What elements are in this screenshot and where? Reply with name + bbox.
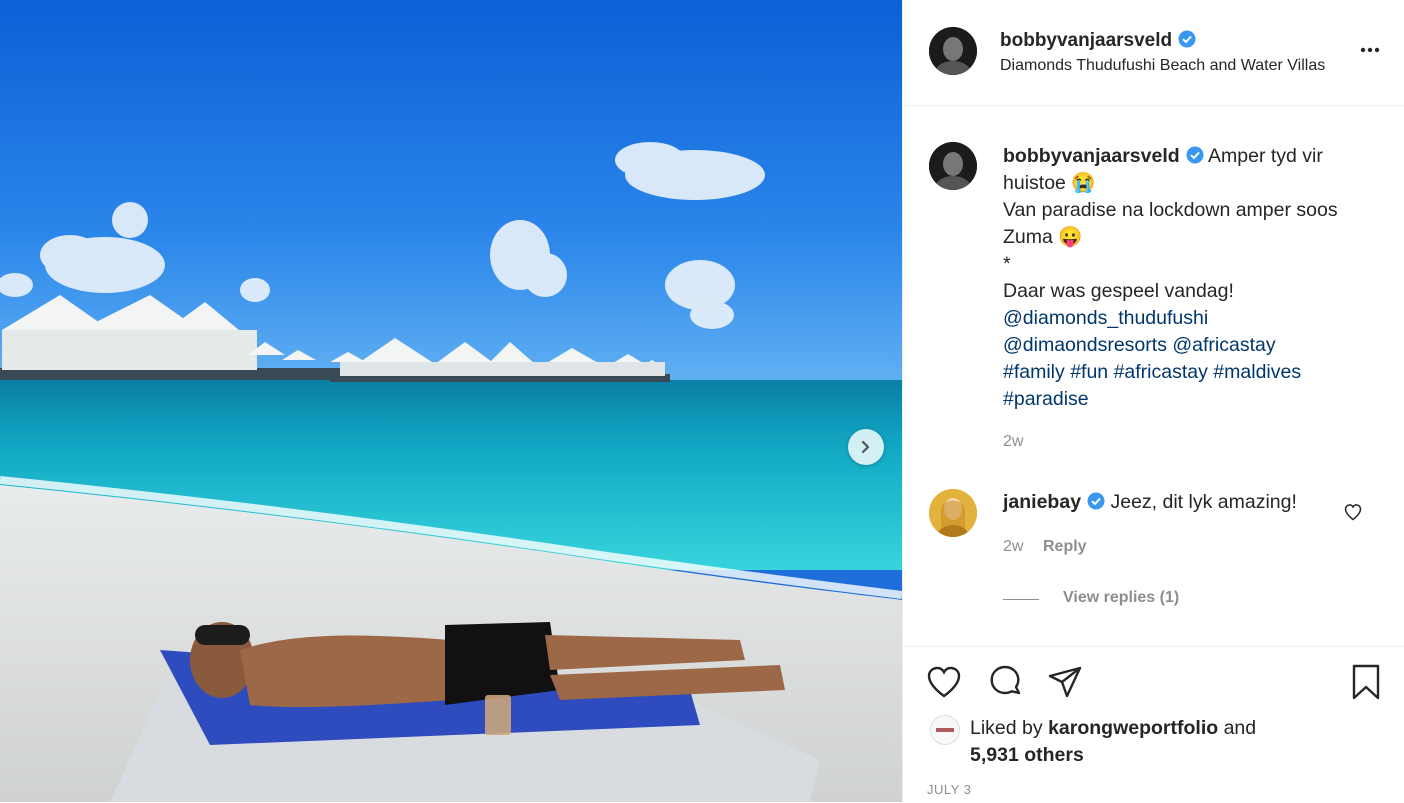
heart-icon[interactable]: [925, 663, 963, 701]
post-caption: bobbyvanjaarsveld Amper tyd vir huistoe …: [1003, 143, 1373, 413]
hashtag-link[interactable]: #family: [1003, 361, 1065, 383]
post-actions: Liked by karongweportfolio and 5,931 oth…: [903, 646, 1404, 803]
verified-badge-icon: [1186, 146, 1204, 164]
liked-by-prefix: Liked by: [970, 717, 1043, 739]
others-count[interactable]: 5,931 others: [970, 744, 1084, 766]
verified-badge-icon: [1178, 30, 1196, 48]
post-date[interactable]: JULY 3: [927, 782, 971, 797]
caption-line: Daar was gespeel vandag!: [1003, 280, 1234, 302]
paper-plane-icon[interactable]: [1046, 663, 1084, 701]
drink-glass: [485, 695, 511, 735]
beach-photo: [0, 0, 902, 802]
crying-emoji: 😭: [1071, 172, 1096, 194]
avatar[interactable]: [929, 489, 977, 537]
comment-bubble-icon[interactable]: [986, 663, 1024, 701]
heart-icon[interactable]: [1343, 502, 1363, 522]
caption-timestamp[interactable]: 2w: [1003, 433, 1023, 451]
likes-and: and: [1223, 717, 1257, 739]
comment: janiebay Jeez, dit lyk amazing!: [1003, 491, 1297, 514]
mention-link[interactable]: @diamonds_thudufushi: [1003, 307, 1208, 329]
post-author[interactable]: bobbyvanjaarsveld: [1000, 30, 1196, 52]
avatar[interactable]: [929, 142, 977, 190]
hashtag-link[interactable]: #africastay: [1114, 361, 1208, 383]
caption-username[interactable]: bobbyvanjaarsveld: [1003, 145, 1180, 167]
post-author-username[interactable]: bobbyvanjaarsveld: [1000, 30, 1172, 51]
liker-avatar[interactable]: [930, 715, 960, 745]
mention-link[interactable]: @africastay: [1172, 334, 1275, 356]
caption-line: huistoe: [1003, 172, 1066, 194]
hashtag-link[interactable]: #paradise: [1003, 388, 1089, 410]
post-location[interactable]: Diamonds Thudufushi Beach and Water Vill…: [1000, 57, 1325, 75]
hashtag-link[interactable]: #fun: [1070, 361, 1108, 383]
verified-badge-icon: [1087, 492, 1105, 510]
caption-line: Zuma: [1003, 226, 1053, 248]
bookmark-icon[interactable]: [1347, 663, 1385, 701]
caption-line: Amper tyd vir: [1208, 145, 1323, 167]
comment-timestamp[interactable]: 2w: [1003, 538, 1023, 556]
comment-username[interactable]: janiebay: [1003, 491, 1081, 513]
reply-button[interactable]: Reply: [1043, 538, 1087, 556]
post-photo: [0, 0, 902, 802]
tongue-emoji: 😛: [1058, 226, 1083, 248]
chevron-right-icon: [861, 440, 870, 454]
next-image-button[interactable]: [848, 429, 884, 465]
likes-summary: Liked by karongweportfolio and 5,931 oth…: [970, 715, 1256, 769]
liker-username[interactable]: karongweportfolio: [1048, 717, 1218, 739]
comment-text: Jeez, dit lyk amazing!: [1110, 491, 1297, 513]
comments-section: bobbyvanjaarsveld Amper tyd vir huistoe …: [903, 106, 1404, 646]
avatar[interactable]: [929, 27, 977, 75]
more-options-icon[interactable]: [1358, 40, 1382, 60]
caption-line: Van paradise na lockdown amper soos: [1003, 199, 1338, 221]
divider: [1003, 599, 1039, 600]
caption-line: *: [1003, 253, 1011, 275]
post-side-panel: bobbyvanjaarsveld Diamonds Thudufushi Be…: [902, 0, 1404, 802]
hashtag-link[interactable]: #maldives: [1213, 361, 1301, 383]
mention-link[interactable]: @dimaondsresorts: [1003, 334, 1167, 356]
post-header: bobbyvanjaarsveld Diamonds Thudufushi Be…: [903, 0, 1404, 106]
view-replies-button[interactable]: View replies (1): [1063, 589, 1179, 607]
